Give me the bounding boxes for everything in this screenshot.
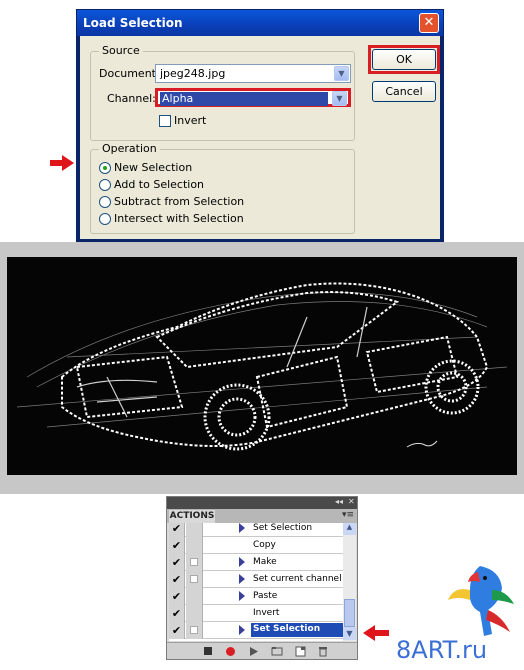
channel-dropdown[interactable]: Alpha ▼ <box>155 88 351 107</box>
play-icon[interactable] <box>249 646 259 657</box>
stop-icon[interactable] <box>203 646 213 656</box>
actions-panel: ◂◂ ✕ ACTIONS ▾≡ ✔ Set Selection ✔ Copy ✔… <box>166 496 358 660</box>
radio-label: Subtract from Selection <box>114 195 245 208</box>
invert-checkbox[interactable] <box>159 115 171 127</box>
document-label: Document: <box>99 67 160 80</box>
cancel-button[interactable]: Cancel <box>372 81 436 102</box>
close-icon: ✕ <box>423 15 435 30</box>
dialog-icon <box>190 626 198 634</box>
scroll-down-icon[interactable]: ▼ <box>343 627 356 640</box>
tab-actions[interactable]: ACTIONS <box>169 510 215 523</box>
radio-button[interactable] <box>99 179 111 191</box>
expand-triangle-icon[interactable] <box>239 574 245 584</box>
car-sketch-image <box>7 257 517 475</box>
action-label: Invert <box>253 608 280 618</box>
radio-intersect-with-selection[interactable]: Intersect with Selection <box>99 212 244 225</box>
action-row[interactable]: ✔ Set current channel <box>169 571 343 588</box>
source-group: Source Document: jpeg248.jpg ▼ Channel: … <box>90 44 355 141</box>
action-label: Set Selection <box>253 523 313 533</box>
expand-triangle-icon[interactable] <box>239 557 245 567</box>
check-icon[interactable]: ✔ <box>169 605 185 622</box>
radio-label: Add to Selection <box>114 178 205 191</box>
panel-menu-icon[interactable]: ▾≡ <box>342 510 354 520</box>
channel-value: Alpha <box>160 92 328 106</box>
scrollbar[interactable]: ▲ ▼ <box>343 523 356 641</box>
radio-button[interactable] <box>99 162 111 174</box>
radio-new-selection[interactable]: New Selection <box>99 161 192 174</box>
actions-list: ✔ Set Selection ✔ Copy ✔ Make ✔ Set curr… <box>169 523 343 641</box>
radio-label: New Selection <box>114 161 193 174</box>
check-icon[interactable]: ✔ <box>169 571 185 588</box>
action-label: Make <box>253 557 277 567</box>
new-action-icon[interactable] <box>295 646 306 657</box>
trash-icon[interactable] <box>318 646 328 657</box>
dialog-icon <box>190 558 198 566</box>
dialog-toggle[interactable] <box>186 605 203 622</box>
parrot-logo-icon <box>448 566 514 636</box>
expand-triangle-icon[interactable] <box>239 523 245 533</box>
source-legend: Source <box>99 44 143 57</box>
record-icon[interactable] <box>225 646 236 657</box>
actions-toolbar <box>167 642 357 659</box>
close-button[interactable]: ✕ <box>419 13 439 33</box>
close-icon[interactable]: ✕ <box>348 497 355 506</box>
action-row[interactable]: ✔ Copy <box>169 537 343 554</box>
document-dropdown[interactable]: jpeg248.jpg ▼ <box>155 64 351 83</box>
action-label: Paste <box>253 591 278 601</box>
expand-triangle-icon[interactable] <box>239 625 245 635</box>
invert-checkbox-row[interactable]: Invert <box>159 114 206 127</box>
check-icon[interactable]: ✔ <box>169 622 185 639</box>
action-label: Copy <box>253 540 276 550</box>
red-arrow-icon <box>50 155 74 171</box>
dialog-toggle[interactable] <box>186 571 203 588</box>
channel-label: Channel: <box>107 92 156 105</box>
radio-label: Intersect with Selection <box>114 212 244 225</box>
action-row[interactable]: ✔ Paste <box>169 588 343 605</box>
ok-highlight: OK <box>368 45 440 74</box>
radio-subtract-from-selection[interactable]: Subtract from Selection <box>99 195 244 208</box>
check-icon[interactable]: ✔ <box>169 523 185 537</box>
expand-triangle-icon[interactable] <box>239 591 245 601</box>
dialog-toggle[interactable] <box>186 554 203 571</box>
collapse-icon[interactable]: ◂◂ <box>335 497 343 506</box>
dialog-body: Source Document: jpeg248.jpg ▼ Channel: … <box>80 36 440 239</box>
chevron-down-icon[interactable]: ▼ <box>334 66 349 81</box>
dialog-toggle[interactable] <box>186 588 203 605</box>
dialog-title: Load Selection <box>83 16 183 30</box>
check-icon[interactable]: ✔ <box>169 588 185 605</box>
dialog-icon <box>190 575 198 583</box>
action-label: Set current channel <box>253 574 342 584</box>
action-label: Set Selection <box>251 623 343 637</box>
folder-icon[interactable] <box>271 646 283 656</box>
operation-group: Operation New Selection Add to Selection… <box>90 142 355 234</box>
invert-label: Invert <box>174 114 207 127</box>
red-arrow-icon <box>363 625 389 641</box>
action-row[interactable]: ✔ Make <box>169 554 343 571</box>
action-row[interactable]: ✔ Set Selection <box>169 523 343 537</box>
check-icon[interactable]: ✔ <box>169 537 185 554</box>
panel-top-bar: ◂◂ ✕ <box>167 497 357 509</box>
dialog-toggle[interactable] <box>186 523 203 537</box>
action-row-selected[interactable]: ✔ Set Selection <box>169 622 343 639</box>
radio-button[interactable] <box>99 196 111 208</box>
action-row[interactable]: ✔ Invert <box>169 605 343 622</box>
radio-button[interactable] <box>99 213 111 225</box>
dialog-toggle[interactable] <box>186 537 203 554</box>
scroll-up-icon[interactable]: ▲ <box>343 523 356 535</box>
dialog-toggle[interactable] <box>186 622 203 639</box>
check-icon[interactable]: ✔ <box>169 554 185 571</box>
document-value: jpeg248.jpg <box>160 67 226 80</box>
chevron-down-icon[interactable]: ▼ <box>332 91 347 106</box>
load-selection-dialog: Load Selection ✕ Source Document: jpeg24… <box>76 9 444 242</box>
radio-add-to-selection[interactable]: Add to Selection <box>99 178 204 191</box>
ok-button[interactable]: OK <box>372 49 436 70</box>
watermark-text: 8ART.ru <box>396 636 488 664</box>
operation-legend: Operation <box>99 142 160 155</box>
scroll-thumb[interactable] <box>344 599 355 627</box>
dialog-titlebar[interactable]: Load Selection ✕ <box>77 10 443 36</box>
panel-tab-row: ACTIONS ▾≡ <box>167 509 357 523</box>
